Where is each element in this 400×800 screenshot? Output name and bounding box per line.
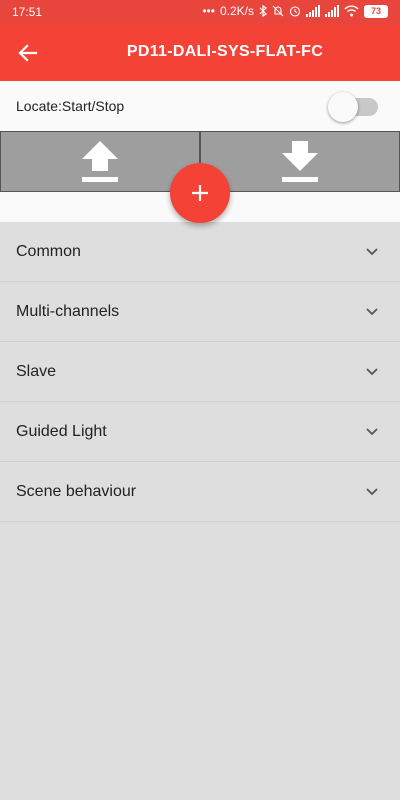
plus-icon [192,185,208,201]
status-bar: 17:51 ••• 0.2K/s 73 [0,0,400,25]
locate-row: Locate:Start/Stop [0,81,400,131]
section-label: Common [16,243,81,260]
upload-icon [82,140,118,182]
download-icon [282,140,318,182]
section-label: Scene behaviour [16,483,137,500]
section-label: Slave [16,363,57,380]
wifi-icon [344,5,359,17]
section-multi-channels[interactable]: Multi-channels [0,282,400,342]
battery-icon: 73 [364,4,388,18]
chevron-down-icon [366,368,378,376]
toggle-thumb [328,92,358,122]
section-common[interactable]: Common [0,222,400,282]
locate-toggle[interactable] [328,90,380,122]
upload-button[interactable] [0,131,200,192]
add-button[interactable] [170,163,230,223]
net-speed: 0.2K/s [219,4,254,18]
download-button[interactable] [200,131,400,192]
signal-icon [306,5,320,17]
alarm-icon [289,6,301,17]
section-list: Common Multi-channels Slave Guided Light… [0,222,400,522]
chevron-down-icon [366,488,378,496]
section-slave[interactable]: Slave [0,342,400,402]
section-guided-light[interactable]: Guided Light [0,402,400,462]
section-scene-behaviour[interactable]: Scene behaviour [0,462,400,522]
signal-hd-icon [325,5,339,17]
more-icon: ••• [202,4,215,18]
chevron-down-icon [366,308,378,316]
mute-bell-icon [272,5,284,17]
status-icons: ••• 0.2K/s 73 [202,4,388,18]
section-label: Guided Light [16,423,107,440]
page-title: PD11-DALI-SYS-FLAT-FC [126,43,324,60]
bluetooth-icon [259,5,267,17]
status-time: 17:51 [12,5,43,19]
chevron-down-icon [366,248,378,256]
chevron-down-icon [366,428,378,436]
app-bar: PD11-DALI-SYS-FLAT-FC [0,25,400,81]
locate-label: Locate:Start/Stop [16,98,125,114]
section-label: Multi-channels [16,303,120,320]
